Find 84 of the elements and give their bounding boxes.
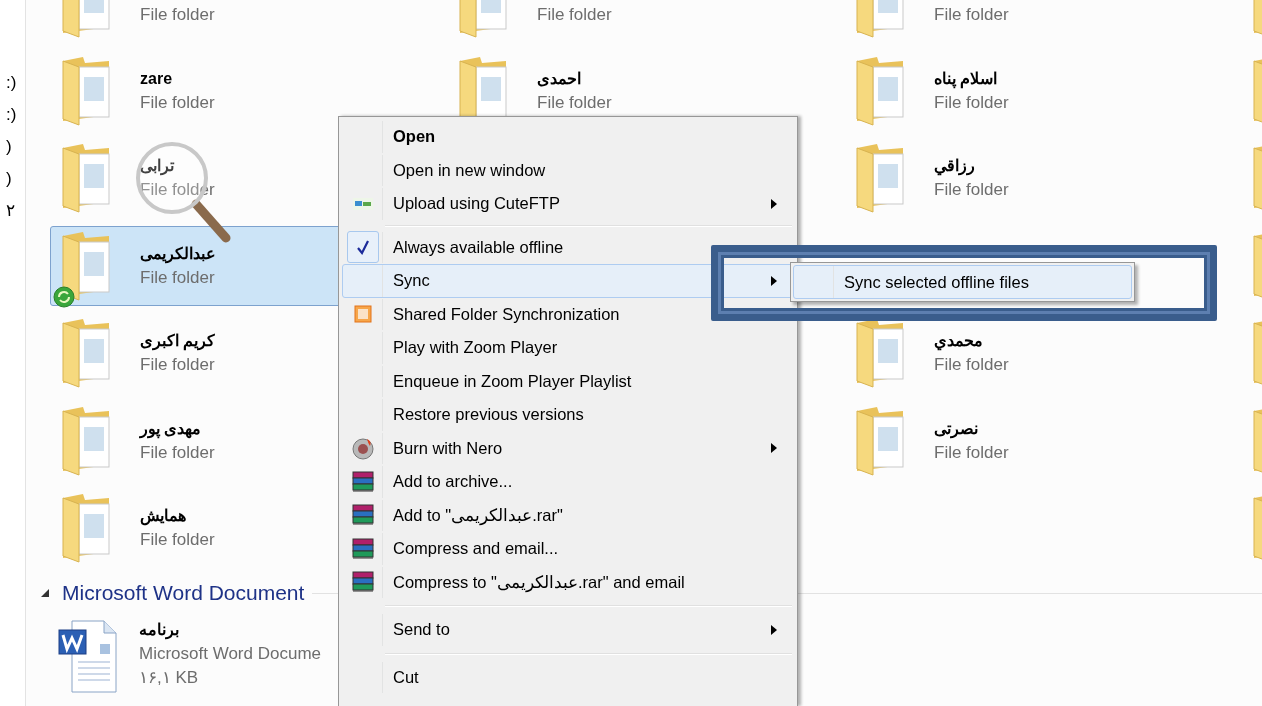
square-logo-icon	[353, 305, 372, 324]
submenu-item-label: Sync selected offline files	[844, 271, 1029, 293]
folder-type: File folder	[140, 4, 215, 26]
menu-item[interactable]: Send to	[342, 613, 794, 647]
checkmark-icon	[355, 239, 370, 255]
folder-icon	[59, 54, 113, 127]
menu-item-label: Enqueue in Zoom Player Playlist	[393, 370, 632, 392]
books-stack-icon	[350, 504, 375, 527]
folder-type: File folder	[140, 354, 215, 376]
menu-item-label: Compress and email...	[393, 538, 559, 560]
file-type: Microsoft Word Docume	[139, 643, 321, 665]
nav-item-text[interactable]: :)	[6, 104, 25, 126]
menu-item-label: Open in new window	[393, 159, 546, 181]
folder-type: File folder	[934, 441, 1009, 464]
menu-item[interactable]: Cut	[342, 660, 794, 694]
menu-item-label: Always available offline	[393, 236, 564, 258]
file-name: برنامه	[139, 620, 180, 642]
nav-item-text[interactable]: :)	[6, 72, 25, 94]
menu-item[interactable]: Add to archive...	[342, 465, 794, 499]
folder-type: File folder	[537, 91, 612, 114]
menu-item[interactable]: Burn with Nero	[342, 431, 794, 465]
folder-name: احمدی	[537, 68, 581, 89]
folder-icon	[59, 229, 113, 302]
menu-item-label: Add to "عبدالکریمی.rar"	[393, 504, 563, 527]
group-header[interactable]: Microsoft Word Document	[62, 577, 305, 609]
folder-type: File folder	[934, 354, 1009, 376]
menu-item-label: Burn with Nero	[393, 437, 503, 459]
document-icon	[58, 620, 118, 694]
menu-item[interactable]: Compress and email...	[342, 532, 794, 566]
folder-name: عبدالکریمی	[140, 243, 216, 266]
menu-item-label: Cut	[393, 666, 419, 688]
menu-item-label: Open	[393, 126, 436, 148]
folder-type: File folder	[934, 91, 1009, 114]
menu-item[interactable]: Compress to "عبدالکریمی.rar" and email	[342, 565, 794, 599]
folder-name: ترابی	[140, 156, 174, 178]
nav-item-text[interactable]: )	[6, 168, 25, 190]
folder-item[interactable]: File folder	[447, 0, 743, 43]
folder-name: zare	[140, 68, 173, 89]
folder-type: File folder	[140, 529, 215, 551]
menu-item-label: Send to	[393, 619, 450, 641]
menu-item[interactable]: Enqueue in Zoom Player Playlist	[342, 364, 794, 398]
folder-icon	[59, 404, 113, 477]
folder-name: اسلام پناه	[934, 68, 998, 91]
folder-type: File folder	[140, 91, 215, 114]
folder-name: نصرتی	[934, 418, 978, 441]
file-size: ۱۶,۱ KB	[139, 667, 200, 689]
menu-item[interactable]: Upload using CuteFTP	[342, 187, 794, 221]
menu-item-label: Add to archive...	[393, 471, 513, 493]
nav-item-text[interactable]: )	[6, 136, 25, 158]
folder-icon	[853, 54, 907, 127]
folder-type: File folder	[140, 266, 215, 289]
menu-item[interactable]: Open in new window	[342, 153, 794, 187]
menu-item-label: Upload using CuteFTP	[393, 193, 560, 215]
menu-item-label: Compress to "عبدالکریمی.rar" and email	[393, 571, 685, 594]
collapse-triangle-icon[interactable]	[40, 588, 50, 598]
books-stack-icon	[350, 571, 375, 594]
folder-item[interactable]: File folder	[50, 0, 346, 43]
folder-type: File folder	[140, 441, 215, 464]
menu-item[interactable]: Restore previous versions	[342, 398, 794, 432]
books-stack-icon	[350, 537, 375, 560]
books-stack-icon	[350, 470, 375, 493]
nav-item-text[interactable]: ۲	[6, 200, 25, 222]
folder-icon	[59, 492, 113, 564]
folder-name: همایش	[140, 506, 186, 528]
folder-icon	[59, 317, 113, 389]
folder-icon	[853, 142, 907, 214]
folder-icon	[59, 142, 113, 214]
menu-item-label: Restore previous versions	[393, 404, 584, 426]
folder-name: رزاقي	[934, 156, 975, 178]
menu-item-label: Sync	[393, 270, 430, 292]
menu-item[interactable]: Add to "عبدالکریمی.rar"	[342, 498, 794, 532]
submenu-item[interactable]: Sync selected offline files	[793, 265, 1132, 299]
folder-type: File folder	[934, 179, 1009, 201]
folder-name: کریم اکبری	[140, 331, 216, 353]
folder-name: مهدی پور	[140, 418, 202, 441]
menu-item-label: Shared Folder Synchronization	[393, 303, 620, 325]
folder-item[interactable]: File folder	[844, 0, 1140, 43]
menu-item[interactable]: Play with Zoom Player	[342, 331, 794, 365]
folder-name: محمدي	[934, 331, 983, 353]
folder-type: File folder	[934, 4, 1009, 26]
folder-icon	[853, 404, 907, 477]
disc-icon	[351, 436, 374, 460]
menu-item-label: Play with Zoom Player	[393, 337, 558, 359]
folder-type: File folder	[537, 4, 612, 26]
